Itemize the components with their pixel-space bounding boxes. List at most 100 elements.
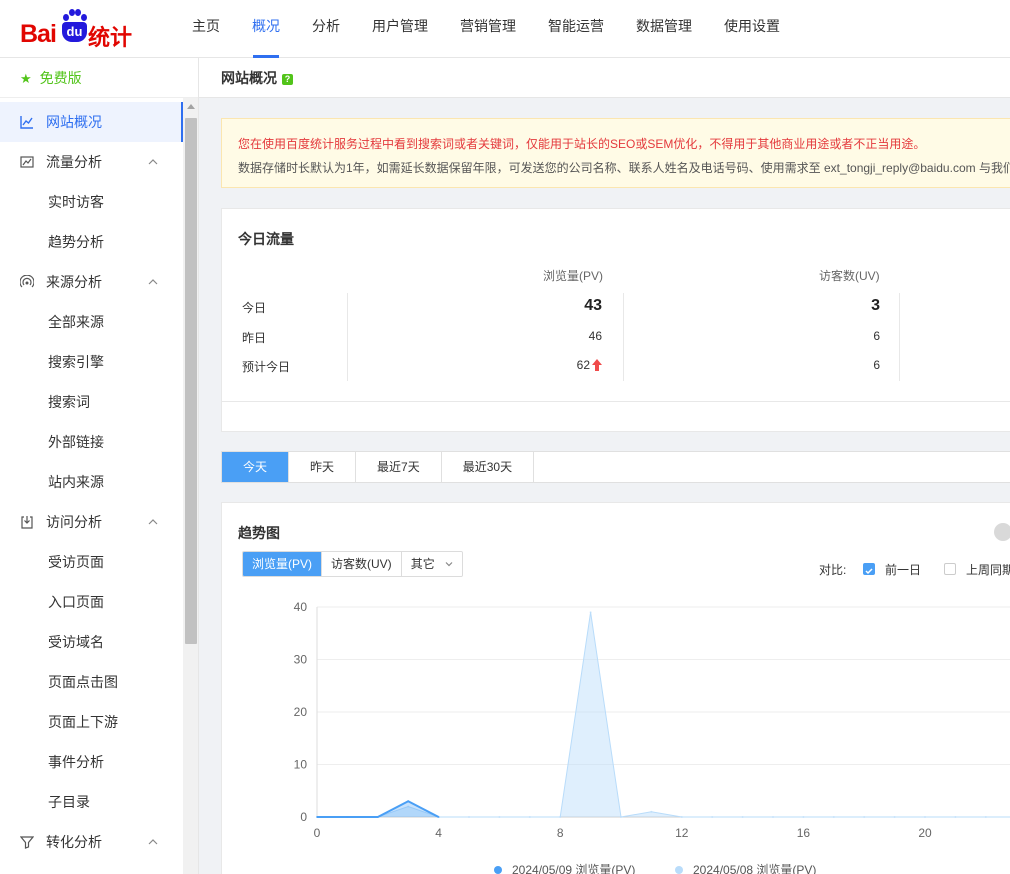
divider xyxy=(347,293,348,381)
data-point xyxy=(376,816,379,818)
metric-uv-button[interactable]: 访客数(UV) xyxy=(322,552,402,576)
data-point xyxy=(528,816,531,818)
data-point xyxy=(984,816,987,818)
sidebar-item-traffic-analysis[interactable]: 流量分析 xyxy=(0,142,183,182)
collapse-button[interactable] xyxy=(994,523,1010,541)
chevron-up-icon xyxy=(148,519,158,525)
nav-marketing[interactable]: 营销管理 xyxy=(448,0,528,58)
series-area xyxy=(317,612,1010,817)
series-area xyxy=(317,801,439,817)
scroll-up-arrow-icon[interactable] xyxy=(187,104,195,109)
forecast-pv-cell: 62 xyxy=(482,358,602,372)
sidebar-item-visited-pages[interactable]: 受访页面 xyxy=(0,542,183,582)
data-point xyxy=(893,816,896,818)
sidebar-item-trend-analysis[interactable]: 趋势分析 xyxy=(0,222,183,262)
sidebar-item-all-sources[interactable]: 全部来源 xyxy=(0,302,183,342)
metric-pv-button[interactable]: 浏览量(PV) xyxy=(243,552,323,576)
sidebar-item-page-flow[interactable]: 页面上下游 xyxy=(0,702,183,742)
compare-last-week-checkbox[interactable] xyxy=(944,563,956,575)
baidu-tongji-logo[interactable]: Bai du 统计 xyxy=(20,8,140,50)
sidebar-scroll-thumb[interactable] xyxy=(185,118,197,644)
notice-banner: 您在使用百度统计服务过程中看到搜索词或者关键词，仅能用于站长的SEO或SEM优化… xyxy=(221,118,1010,188)
tab-yesterday[interactable]: 昨天 xyxy=(289,452,357,482)
chevron-down-icon xyxy=(445,562,453,567)
data-point xyxy=(680,816,683,818)
nav-user-management[interactable]: 用户管理 xyxy=(360,0,440,58)
nav-settings[interactable]: 使用设置 xyxy=(712,0,792,58)
nav-overview[interactable]: 概况 xyxy=(240,0,292,58)
trend-title: 趋势图 xyxy=(238,525,280,541)
data-point xyxy=(559,816,562,818)
today-traffic-title: 今日流量 xyxy=(238,231,294,247)
chevron-up-icon xyxy=(148,159,158,165)
data-point xyxy=(711,816,714,818)
sidebar-item-event-analysis[interactable]: 事件分析 xyxy=(0,742,183,782)
sidebar-item-visited-domains[interactable]: 受访域名 xyxy=(0,622,183,662)
sidebar-item-search-engines[interactable]: 搜索引擎 xyxy=(0,342,183,382)
tab-today[interactable]: 今天 xyxy=(222,452,290,482)
legend-dot-icon xyxy=(494,866,502,874)
paw-icon xyxy=(62,8,87,22)
nav-smart-ops[interactable]: 智能运营 xyxy=(536,0,616,58)
sidebar: ★ 免费版 网站概况 流量分析 实时访客 趋势分析 来源分析 全部来源 搜索引擎 … xyxy=(0,58,199,874)
data-point xyxy=(863,816,866,818)
y-tick-label: 0 xyxy=(300,810,307,824)
sidebar-item-click-heatmap[interactable]: 页面点击图 xyxy=(0,662,183,702)
sidebar-menu: 网站概况 流量分析 实时访客 趋势分析 来源分析 全部来源 搜索引擎 搜索词 外… xyxy=(0,102,183,862)
star-icon: ★ xyxy=(20,71,32,86)
trend-card: 趋势图 浏览量(PV) 访客数(UV) 其它 对比: 前一日 上周同期 0 10 2… xyxy=(221,502,1010,874)
nav-data-management[interactable]: 数据管理 xyxy=(624,0,704,58)
row-label-forecast: 预计今日 xyxy=(242,360,291,374)
y-tick-label: 20 xyxy=(294,705,308,719)
compare-prev-day-label: 前一日 xyxy=(885,563,922,577)
divider xyxy=(623,293,624,381)
sidebar-item-conversion-analysis[interactable]: 转化分析 xyxy=(0,822,183,862)
x-tick-label: 4 xyxy=(435,826,442,840)
compare-last-week-label: 上周同期 xyxy=(966,563,1010,577)
sidebar-item-visit-analysis[interactable]: 访问分析 xyxy=(0,502,183,542)
sidebar-item-realtime-visitors[interactable]: 实时访客 xyxy=(0,182,183,222)
main-nav: 主页 概况 分析 用户管理 营销管理 智能运营 数据管理 使用设置 xyxy=(180,0,800,58)
sidebar-item-source-analysis[interactable]: 来源分析 xyxy=(0,262,183,302)
edition-badge[interactable]: ★ 免费版 xyxy=(0,58,198,98)
nav-home[interactable]: 主页 xyxy=(180,0,232,58)
line-chart-icon xyxy=(20,116,33,129)
data-point xyxy=(954,816,957,818)
compare-prev-day-checkbox[interactable] xyxy=(863,563,875,575)
today-uv-value: 3 xyxy=(871,297,880,314)
tab-last-7-days[interactable]: 最近7天 xyxy=(356,452,442,482)
chevron-up-icon xyxy=(148,839,158,845)
x-tick-label: 20 xyxy=(918,826,932,840)
x-tick-label: 12 xyxy=(675,826,689,840)
sidebar-item-internal-sources[interactable]: 站内来源 xyxy=(0,462,183,502)
help-icon[interactable]: ? xyxy=(282,74,293,85)
legend-item-today[interactable]: 2024/05/09 浏览量(PV) xyxy=(494,861,635,874)
series-line xyxy=(317,612,1010,818)
arrow-up-icon xyxy=(592,359,602,371)
notice-warning: 您在使用百度统计服务过程中看到搜索词或者关键词，仅能用于站长的SEO或SEM优化… xyxy=(238,137,926,151)
sidebar-item-entry-pages[interactable]: 入口页面 xyxy=(0,582,183,622)
row-label-today: 今日 xyxy=(242,301,267,315)
image-chart-icon xyxy=(20,156,34,168)
yesterday-uv-value: 6 xyxy=(873,329,880,343)
data-point xyxy=(316,816,318,818)
x-tick-label: 8 xyxy=(557,826,564,840)
column-header-pv: 浏览量(PV) xyxy=(543,269,604,283)
sidebar-item-site-overview[interactable]: 网站概况 xyxy=(0,102,183,142)
legend-item-yesterday[interactable]: 2024/05/08 浏览量(PV) xyxy=(675,861,816,874)
sidebar-item-subdirectory[interactable]: 子目录 xyxy=(0,782,183,822)
nav-analysis[interactable]: 分析 xyxy=(300,0,352,58)
sidebar-item-external-links[interactable]: 外部链接 xyxy=(0,422,183,462)
sidebar-item-search-terms[interactable]: 搜索词 xyxy=(0,382,183,422)
row-label-yesterday: 昨日 xyxy=(242,331,267,345)
today-pv-value: 43 xyxy=(584,297,602,314)
funnel-icon xyxy=(20,836,34,849)
y-tick-label: 40 xyxy=(294,600,308,614)
data-point xyxy=(589,611,592,614)
forecast-pv-value: 62 xyxy=(576,358,590,372)
metric-other-dropdown[interactable]: 其它 xyxy=(401,552,462,576)
page-header: 网站概况? xyxy=(199,58,1010,98)
data-point xyxy=(346,816,349,818)
forecast-uv-value: 6 xyxy=(873,358,880,372)
tab-last-30-days[interactable]: 最近30天 xyxy=(442,452,535,482)
